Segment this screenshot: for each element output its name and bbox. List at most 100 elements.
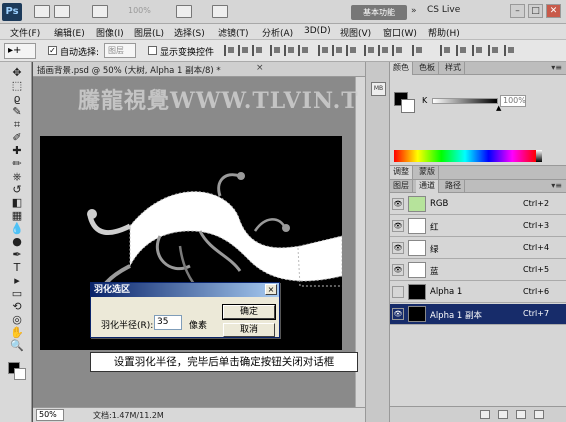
gradient-icon[interactable]: ▦: [9, 209, 25, 223]
menu-view[interactable]: 视图(V): [340, 26, 371, 39]
screen-mode-icon[interactable]: [212, 5, 228, 18]
menu-3d[interactable]: 3D(D): [304, 26, 331, 36]
load-selection-icon[interactable]: [480, 410, 490, 419]
pen-icon[interactable]: ✒: [9, 248, 25, 262]
brush-icon[interactable]: ✏: [9, 157, 25, 171]
align-hcenter-icon[interactable]: [284, 45, 295, 56]
panel-menu-icon[interactable]: ▾≡: [551, 181, 562, 190]
tab-layers[interactable]: 图层: [390, 180, 413, 193]
move-icon[interactable]: ✥: [9, 66, 25, 80]
align-left-icon[interactable]: [270, 45, 281, 56]
3d-scale-icon[interactable]: [504, 45, 515, 56]
mini-bridge-icon[interactable]: [54, 5, 70, 18]
close-window-button[interactable]: ✕: [546, 4, 561, 18]
3d-mode-icon[interactable]: [440, 45, 451, 56]
blur-icon[interactable]: 💧: [9, 222, 25, 236]
k-channel-value[interactable]: 100%: [500, 95, 526, 107]
view-extras-icon[interactable]: [92, 5, 108, 18]
channel-row[interactable]: 👁 绿 Ctrl+4: [390, 238, 566, 259]
eye-visibility-icon[interactable]: [392, 286, 404, 298]
color-spectrum-bar[interactable]: [394, 150, 536, 162]
menu-select[interactable]: 选择(S): [174, 26, 205, 39]
auto-align-icon[interactable]: [412, 45, 423, 56]
eye-visibility-icon[interactable]: 👁: [392, 198, 404, 210]
zoom-field[interactable]: 50%: [36, 409, 64, 421]
distribute-top-icon[interactable]: [318, 45, 329, 56]
document-info[interactable]: 文档:1.47M/11.2M: [93, 410, 164, 421]
tab-channels[interactable]: 通道: [416, 180, 439, 193]
align-top-icon[interactable]: [224, 45, 235, 56]
minimize-button[interactable]: –: [510, 4, 525, 18]
shape-icon[interactable]: ▭: [9, 287, 25, 301]
marquee-icon[interactable]: ⬚: [9, 79, 25, 93]
type-icon[interactable]: T: [9, 261, 25, 275]
panel-menu-icon[interactable]: ▾≡: [551, 63, 562, 72]
new-channel-icon[interactable]: [516, 410, 526, 419]
align-bottom-icon[interactable]: [252, 45, 263, 56]
cs-live-button[interactable]: CS Live: [427, 5, 460, 15]
stamp-icon[interactable]: ⎈: [9, 170, 25, 184]
lasso-icon[interactable]: ϱ: [9, 92, 25, 106]
channel-row[interactable]: 👁 RGB Ctrl+2: [390, 194, 566, 215]
menu-edit[interactable]: 编辑(E): [54, 26, 85, 39]
close-document-icon[interactable]: ×: [256, 63, 264, 73]
distribute-left-icon[interactable]: [364, 45, 375, 56]
distribute-right-icon[interactable]: [392, 45, 403, 56]
black-white-ramp[interactable]: [536, 150, 542, 162]
channel-row[interactable]: 👁 Alpha 1 副本 Ctrl+7: [390, 304, 566, 325]
auto-select-checkbox[interactable]: ✓: [48, 46, 57, 55]
distribute-hcenter-icon[interactable]: [378, 45, 389, 56]
zoom-level-dim[interactable]: 100%: [128, 6, 151, 15]
eye-visibility-icon[interactable]: 👁: [392, 220, 404, 232]
feather-radius-input[interactable]: 35: [154, 315, 182, 330]
ok-button[interactable]: 确定: [222, 304, 276, 320]
crop-icon[interactable]: ⌗: [9, 118, 25, 132]
tab-masks[interactable]: 蒙版: [416, 166, 439, 179]
show-transform-checkbox[interactable]: [148, 46, 157, 55]
menu-window[interactable]: 窗口(W): [383, 26, 417, 39]
cancel-button[interactable]: 取消: [223, 323, 275, 337]
align-right-icon[interactable]: [298, 45, 309, 56]
path-select-icon[interactable]: ▸: [9, 274, 25, 288]
3d-slide-icon[interactable]: [488, 45, 499, 56]
menu-help[interactable]: 帮助(H): [428, 26, 460, 39]
tab-color[interactable]: 颜色: [390, 62, 413, 75]
eraser-icon[interactable]: ◧: [9, 196, 25, 210]
bridge-icon[interactable]: [34, 5, 50, 18]
menu-file[interactable]: 文件(F): [10, 26, 40, 39]
background-color-big-swatch[interactable]: [401, 99, 415, 113]
distribute-bottom-icon[interactable]: [346, 45, 357, 56]
tab-paths[interactable]: 路径: [442, 180, 465, 193]
eye-visibility-icon[interactable]: 👁: [392, 264, 404, 276]
tab-styles[interactable]: 样式: [442, 62, 465, 75]
channel-row[interactable]: 👁 蓝 Ctrl+5: [390, 260, 566, 281]
menu-analysis[interactable]: 分析(A): [262, 26, 293, 39]
eye-visibility-icon[interactable]: 👁: [392, 308, 404, 320]
3d-roll-icon[interactable]: [456, 45, 467, 56]
delete-channel-icon[interactable]: [534, 410, 544, 419]
history-brush-icon[interactable]: ↺: [9, 183, 25, 197]
tab-adjustments[interactable]: 调整: [390, 166, 413, 179]
quick-select-icon[interactable]: ✎: [9, 105, 25, 119]
3d-rotate-icon[interactable]: ⟲: [9, 300, 25, 314]
document-tab[interactable]: 插画背景.psd @ 50% (大树, Alpha 1 副本/8) * ×: [33, 62, 373, 77]
healing-icon[interactable]: ✚: [9, 144, 25, 158]
auto-select-dropdown[interactable]: 图层: [104, 43, 136, 58]
tab-swatches[interactable]: 色板: [416, 62, 439, 75]
dodge-icon[interactable]: ●: [9, 235, 25, 249]
channel-row[interactable]: 👁 红 Ctrl+3: [390, 216, 566, 237]
mini-bridge-panel-icon[interactable]: MB: [371, 82, 386, 96]
arrange-documents-icon[interactable]: [176, 5, 192, 18]
menu-filter[interactable]: 滤镜(T): [218, 26, 249, 39]
dialog-close-button[interactable]: ×: [265, 284, 277, 295]
save-selection-icon[interactable]: [498, 410, 508, 419]
workspace-more-icon[interactable]: »: [411, 6, 417, 16]
distribute-vcenter-icon[interactable]: [332, 45, 343, 56]
maximize-button[interactable]: □: [528, 4, 543, 18]
tool-preset-picker[interactable]: ▸+: [4, 43, 36, 59]
menu-layer[interactable]: 图层(L): [134, 26, 164, 39]
align-vcenter-icon[interactable]: [238, 45, 249, 56]
menu-image[interactable]: 图像(I): [96, 26, 124, 39]
eye-visibility-icon[interactable]: 👁: [392, 242, 404, 254]
eyedropper-icon[interactable]: ✐: [9, 131, 25, 145]
